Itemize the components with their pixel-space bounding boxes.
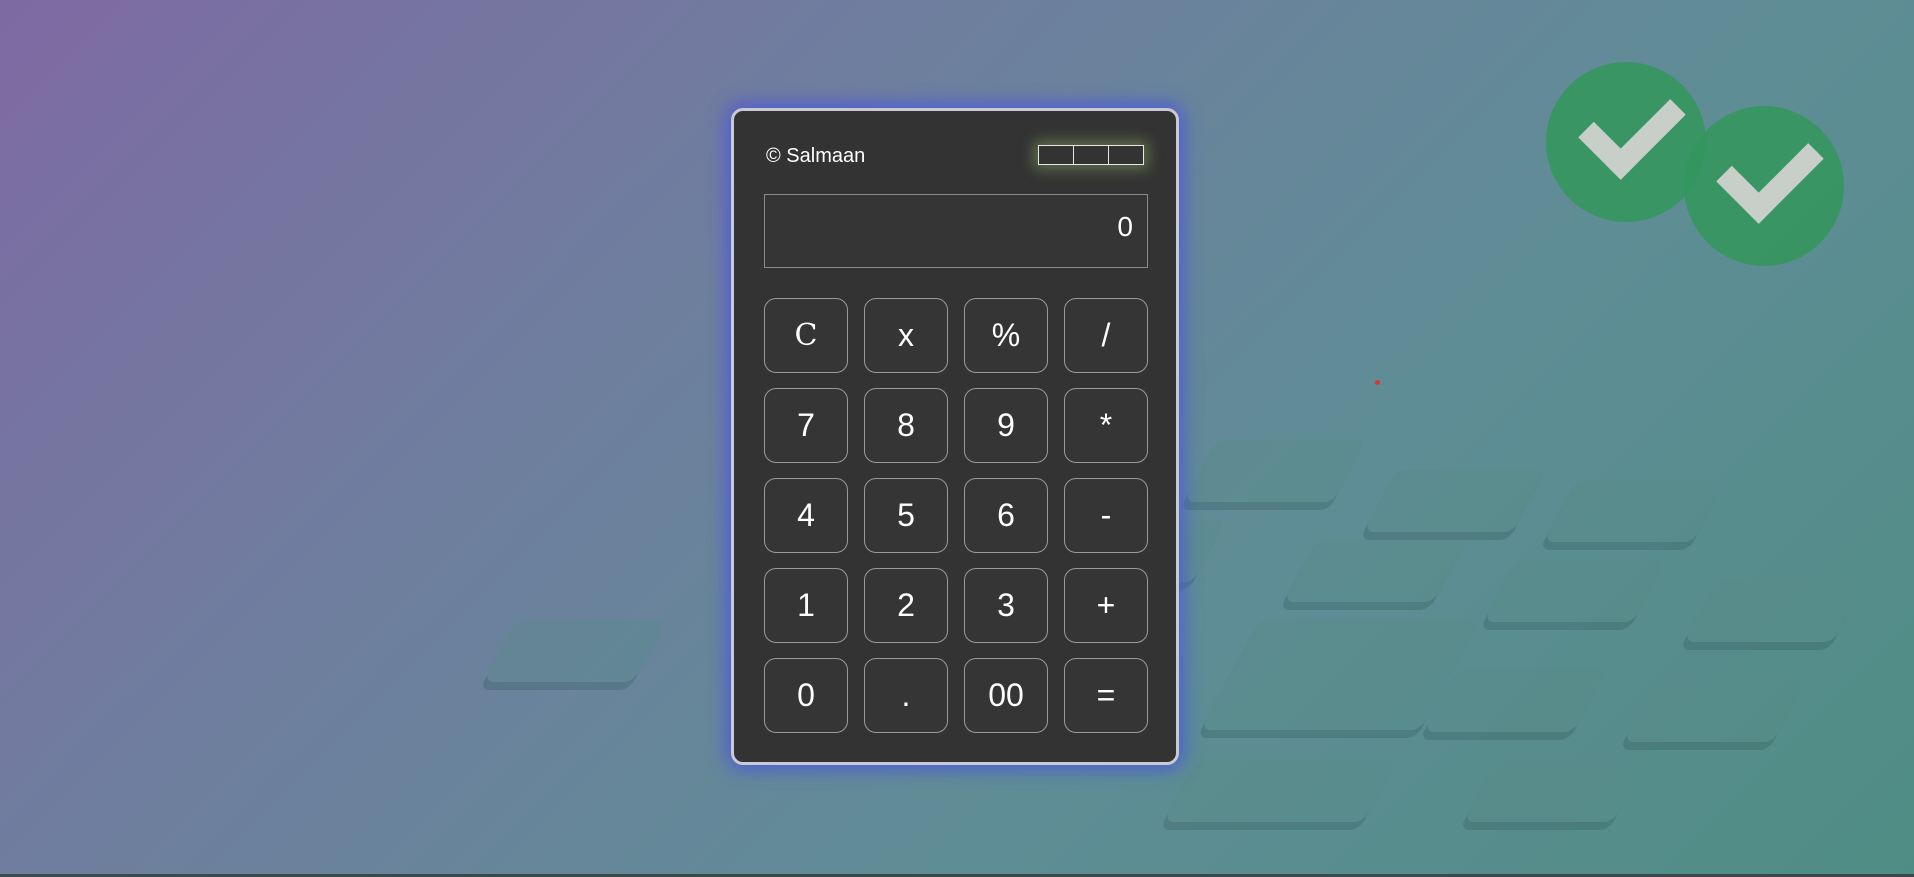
- digit-0-button[interactable]: 0: [764, 658, 848, 733]
- background-key: [1163, 760, 1397, 822]
- backspace-button[interactable]: x: [864, 298, 948, 373]
- digit-3-button[interactable]: 3: [964, 568, 1048, 643]
- indicator-cells: [1038, 145, 1144, 165]
- digit-4-button[interactable]: 4: [764, 478, 848, 553]
- background-key: [1283, 540, 1467, 602]
- badge-check-icon: [1546, 62, 1706, 222]
- indicator-cell: [1038, 145, 1074, 165]
- digit-9-button[interactable]: 9: [964, 388, 1048, 463]
- background-key: [1683, 580, 1867, 642]
- digit-1-button[interactable]: 1: [764, 568, 848, 643]
- calculator-header: © Salmaan: [764, 143, 1144, 169]
- double-zero-button[interactable]: 00: [964, 658, 1048, 733]
- subtract-button[interactable]: -: [1064, 478, 1148, 553]
- multiply-button[interactable]: *: [1064, 388, 1148, 463]
- background-key: [1183, 440, 1367, 502]
- digit-8-button[interactable]: 8: [864, 388, 948, 463]
- background-key: [1463, 760, 1647, 822]
- background-key: [1623, 680, 1807, 742]
- divide-button[interactable]: /: [1064, 298, 1148, 373]
- equals-button[interactable]: =: [1064, 658, 1148, 733]
- background-key: [483, 620, 667, 682]
- background-key: [1483, 560, 1667, 622]
- background-key: [1543, 480, 1727, 542]
- digit-2-button[interactable]: 2: [864, 568, 948, 643]
- background-key: [1423, 670, 1607, 732]
- background-key: [1200, 620, 1480, 730]
- digit-7-button[interactable]: 7: [764, 388, 848, 463]
- display-screen: 0: [764, 194, 1148, 268]
- indicator-cell: [1108, 145, 1144, 165]
- brand-label: © Salmaan: [766, 145, 866, 167]
- clear-button[interactable]: C: [764, 298, 848, 373]
- background-key: [1363, 470, 1547, 532]
- keypad: C x % / 7 8 9 * 4 5 6 - 1 2 3 + 0 . 00 =: [764, 298, 1148, 733]
- add-button[interactable]: +: [1064, 568, 1148, 643]
- cursor-dot: [1375, 380, 1380, 385]
- percent-button[interactable]: %: [964, 298, 1048, 373]
- digit-6-button[interactable]: 6: [964, 478, 1048, 553]
- badge-check-icon: [1684, 106, 1844, 266]
- digit-5-button[interactable]: 5: [864, 478, 948, 553]
- indicator-cell: [1073, 145, 1109, 165]
- decimal-button[interactable]: .: [864, 658, 948, 733]
- calculator: © Salmaan 0 C x % / 7 8 9 * 4 5 6 - 1 2 …: [731, 108, 1179, 765]
